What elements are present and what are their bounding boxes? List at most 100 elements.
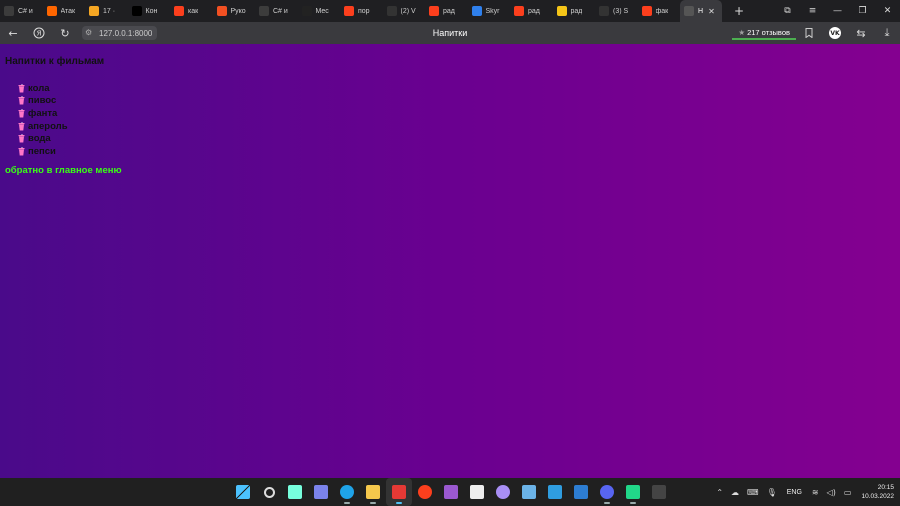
tab-title: рад bbox=[528, 7, 540, 15]
volume-icon[interactable]: ◁) bbox=[827, 488, 836, 497]
browser-tab[interactable]: рад bbox=[553, 0, 596, 22]
cup-icon bbox=[18, 96, 25, 105]
taskbar-app-photos[interactable] bbox=[516, 478, 542, 506]
close-tab-icon[interactable]: ✕ bbox=[708, 7, 715, 16]
taskbar-app-yandex-browser[interactable] bbox=[386, 478, 412, 506]
browser-tab[interactable]: Атак bbox=[43, 0, 86, 22]
taskbar-app-pycharm[interactable] bbox=[620, 478, 646, 506]
taskbar-app-task-view[interactable] bbox=[282, 478, 308, 506]
tab-title: Кон bbox=[145, 7, 158, 15]
taskbar-app-start[interactable] bbox=[230, 478, 256, 506]
tab-title: Мес bbox=[315, 7, 329, 15]
clock[interactable]: 20:15 10.03.2022 bbox=[861, 483, 894, 501]
yandex-logo-icon[interactable]: Я bbox=[26, 22, 52, 44]
drinks-list: кола пивос фанта апероль вода пепси bbox=[18, 82, 68, 158]
taskbar-app-discord[interactable] bbox=[594, 478, 620, 506]
cup-icon bbox=[18, 134, 25, 143]
browser-tab[interactable]: Skyr bbox=[468, 0, 511, 22]
drink-item: вода bbox=[18, 132, 68, 145]
browser-tab[interactable]: 17 · bbox=[85, 0, 128, 22]
taskbar-app-chat[interactable] bbox=[308, 478, 334, 506]
language-indicator[interactable]: ENG bbox=[787, 489, 802, 496]
discord-icon bbox=[600, 485, 614, 499]
taskbar-app-explorer[interactable] bbox=[360, 478, 386, 506]
phone-icon bbox=[548, 485, 562, 499]
tab-title: (2) V bbox=[400, 7, 416, 15]
chat-icon bbox=[301, 6, 312, 16]
folder-icon bbox=[366, 485, 380, 499]
browser-tab[interactable]: C# и bbox=[255, 0, 298, 22]
yandex-icon bbox=[418, 485, 432, 499]
address-bar[interactable]: ⚙ 127.0.0.1:8000 bbox=[82, 26, 158, 40]
taskbar-app-alice[interactable] bbox=[490, 478, 516, 506]
back-to-main-menu-link[interactable]: обратно в главное меню bbox=[5, 165, 122, 176]
browser-tab[interactable]: фак bbox=[638, 0, 681, 22]
taskbar-app-visual-studio[interactable] bbox=[438, 478, 464, 506]
bolt-icon bbox=[599, 6, 609, 16]
tab-title: C# и bbox=[273, 7, 288, 15]
browser-tab[interactable]: рад bbox=[510, 0, 553, 22]
drink-name: пивос bbox=[28, 95, 57, 107]
vk-extension-icon[interactable]: VK bbox=[822, 22, 848, 44]
bookmark-icon[interactable] bbox=[796, 22, 822, 44]
cloud-icon[interactable]: ☁ bbox=[731, 488, 739, 497]
browser-tab[interactable]: рад bbox=[425, 0, 468, 22]
back-button[interactable]: ← bbox=[0, 22, 26, 44]
reviews-button[interactable]: ★ 217 отзывов bbox=[732, 26, 796, 40]
pycharm-icon bbox=[626, 485, 640, 499]
drink-name: апероль bbox=[28, 120, 68, 132]
new-tab-button[interactable]: + bbox=[728, 0, 750, 22]
taskbar-app-paint[interactable] bbox=[464, 478, 490, 506]
tab-title: Skyr bbox=[485, 7, 500, 15]
browser-tab[interactable]: C# и bbox=[0, 0, 43, 22]
wifi-icon[interactable]: ≋ bbox=[812, 488, 819, 497]
browser-tab[interactable]: Руко bbox=[213, 0, 256, 22]
microphone-icon[interactable]: 🎙 bbox=[767, 488, 777, 497]
cup-icon bbox=[18, 146, 25, 156]
edge-icon bbox=[340, 485, 354, 499]
restore-button[interactable]: ❐ bbox=[850, 6, 875, 16]
translate-icon[interactable]: ⇆ bbox=[848, 22, 874, 44]
yandex-icon bbox=[344, 6, 354, 16]
system-tray: ⌃ ☁ ⌨ 🎙 ENG ≋ ◁) ▭ 20:15 10.03.2022 bbox=[712, 478, 894, 506]
taskbar-app-edge[interactable] bbox=[334, 478, 360, 506]
downloads-icon[interactable]: ⤓ bbox=[874, 22, 900, 44]
keyboard-icon[interactable]: ⌨ bbox=[747, 488, 759, 497]
image-icon bbox=[556, 6, 567, 16]
windows-taskbar: ⌃ ☁ ⌨ 🎙 ENG ≋ ◁) ▭ 20:15 10.03.2022 bbox=[0, 478, 900, 506]
browser-tab[interactable]: Мес bbox=[298, 0, 341, 22]
taskbar-app-terminal[interactable] bbox=[646, 478, 672, 506]
tab-title: Н bbox=[698, 7, 704, 15]
minimize-button[interactable]: — bbox=[825, 6, 850, 16]
yandex-icon bbox=[429, 6, 439, 16]
tab-title: Руко bbox=[230, 7, 246, 15]
clock-date: 10.03.2022 bbox=[861, 493, 894, 500]
drink-name: кола bbox=[28, 82, 50, 94]
star-icon: ★ bbox=[738, 27, 746, 37]
taskbar-app-phone[interactable] bbox=[542, 478, 568, 506]
chevron-up-icon[interactable]: ⌃ bbox=[716, 488, 723, 497]
close-window-button[interactable]: ✕ bbox=[875, 6, 900, 16]
browser-tab[interactable]: (2) V bbox=[383, 0, 426, 22]
taskbar-app-search[interactable] bbox=[256, 478, 282, 506]
browser-tab[interactable]: Н ✕ bbox=[680, 0, 722, 22]
browser-tab[interactable]: Кон bbox=[128, 0, 171, 22]
browser-tab[interactable]: как bbox=[170, 0, 213, 22]
reload-button[interactable]: ↻ bbox=[52, 22, 78, 44]
collections-icon[interactable]: ⧉ bbox=[775, 6, 800, 16]
menu-icon[interactable]: ≡ bbox=[800, 6, 825, 16]
taskbar-app-yandex[interactable] bbox=[412, 478, 438, 506]
terminal-icon bbox=[652, 485, 666, 499]
browser-tab[interactable]: пор bbox=[340, 0, 383, 22]
tab-title: C# и bbox=[18, 7, 33, 15]
tab-title: как bbox=[188, 7, 199, 15]
cup-icon bbox=[18, 108, 25, 118]
teams-chat-icon bbox=[314, 485, 328, 499]
yandex-browser-icon bbox=[392, 485, 406, 499]
whiteboard-icon bbox=[574, 485, 588, 499]
browser-tab[interactable]: (3) S bbox=[595, 0, 638, 22]
site-info-icon[interactable]: ⚙ bbox=[85, 28, 95, 38]
taskbar-app-whiteboard[interactable] bbox=[568, 478, 594, 506]
tab-title: Атак bbox=[60, 7, 76, 15]
battery-icon[interactable]: ▭ bbox=[844, 488, 852, 497]
